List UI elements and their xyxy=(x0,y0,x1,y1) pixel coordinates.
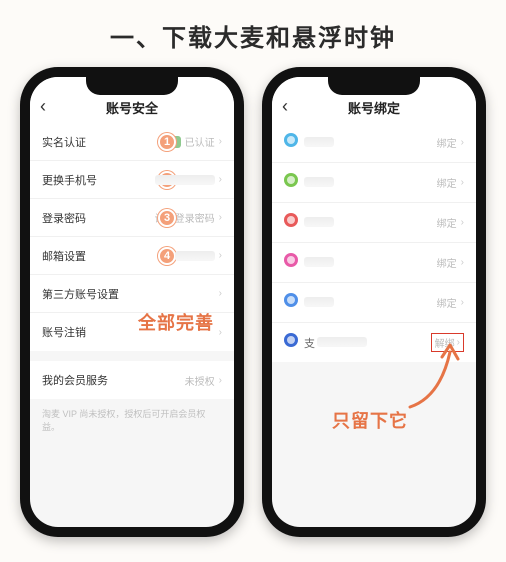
row-label: 第三方账号设置 xyxy=(42,286,119,302)
provider-icon xyxy=(284,133,298,147)
row-right: 绑定 › xyxy=(437,295,464,310)
bind-status: 绑定 xyxy=(437,255,457,270)
bind-status: 绑定 xyxy=(437,295,457,310)
header-title-right: 账号绑定 xyxy=(348,98,400,117)
provider-label: 支 xyxy=(304,338,315,350)
row-right: › xyxy=(219,288,222,299)
row-right: 绑定 › xyxy=(437,215,464,230)
row-email[interactable]: 邮箱设置 4 › xyxy=(30,237,234,275)
row-thirdparty[interactable]: 第三方账号设置 › xyxy=(30,275,234,313)
row-right: › xyxy=(175,250,222,261)
chevron-right-icon: › xyxy=(461,217,464,228)
notch xyxy=(328,73,420,95)
blurred-name xyxy=(304,177,334,187)
row-right: › xyxy=(219,327,222,338)
row-right: 未授权 › xyxy=(185,373,222,388)
row-left xyxy=(284,293,334,312)
row-member[interactable]: 我的会员服务 未授权 › xyxy=(30,361,234,399)
row-label: 实名认证 xyxy=(42,134,86,150)
bind-row-alipay[interactable]: 支 解绑› xyxy=(272,323,476,362)
chevron-right-icon: › xyxy=(457,337,460,348)
notch xyxy=(86,73,178,95)
row-right: 解绑› xyxy=(431,333,464,352)
row-left xyxy=(284,173,334,192)
row-realname[interactable]: 实名认证 1 已认证 › xyxy=(30,123,234,161)
chevron-right-icon: › xyxy=(219,327,222,338)
back-icon[interactable]: ‹ xyxy=(282,96,288,117)
row-hint: 未授权 xyxy=(185,373,215,388)
row-left xyxy=(284,133,334,152)
chevron-right-icon: › xyxy=(219,174,222,185)
settings-list-left: 实名认证 1 已认证 › 更换手机号 2 › xyxy=(30,123,234,351)
bind-row[interactable]: 绑定 › xyxy=(272,163,476,203)
verified-text: 已认证 xyxy=(185,134,215,149)
row-left: 支 xyxy=(284,333,367,352)
step-badge-1: 1 xyxy=(158,133,176,151)
chevron-right-icon: › xyxy=(461,137,464,148)
chevron-right-icon: › xyxy=(219,288,222,299)
chevron-right-icon: › xyxy=(461,257,464,268)
screen-left: ‹ 账号安全 实名认证 1 已认证 › 更换手机号 2 xyxy=(30,77,234,527)
footer-note: 淘麦 VIP 尚未授权，授权后可开启会员权益。 xyxy=(30,399,234,441)
bind-status: 绑定 xyxy=(437,175,457,190)
chevron-right-icon: › xyxy=(461,297,464,308)
chevron-right-icon: › xyxy=(461,177,464,188)
row-left xyxy=(284,213,334,232)
row-phone[interactable]: 更换手机号 2 › xyxy=(30,161,234,199)
provider-icon xyxy=(284,253,298,267)
bind-status: 绑定 xyxy=(437,135,457,150)
chevron-right-icon: › xyxy=(219,212,222,223)
bind-row[interactable]: 绑定 › xyxy=(272,243,476,283)
bind-row[interactable]: 绑定 › xyxy=(272,203,476,243)
row-right: › xyxy=(155,174,222,185)
screen-right: ‹ 账号绑定 绑定 › 绑定 › 绑定 › 绑定 › xyxy=(272,77,476,527)
blurred-name xyxy=(317,337,367,347)
row-right: 绑定 › xyxy=(437,175,464,190)
bind-status: 解绑 xyxy=(435,335,455,350)
row-label: 我的会员服务 xyxy=(42,372,108,388)
row-right: 已认证 › xyxy=(169,134,222,149)
blurred-value xyxy=(155,175,215,185)
step-badge-4: 4 xyxy=(158,247,176,265)
row-label: 账号注销 xyxy=(42,324,86,340)
blurred-name xyxy=(304,297,334,307)
bind-status: 绑定 xyxy=(437,215,457,230)
header-title-left: 账号安全 xyxy=(106,98,158,117)
blurred-value xyxy=(175,251,215,261)
phone-left: ‹ 账号安全 实名认证 1 已认证 › 更换手机号 2 xyxy=(20,67,244,537)
chevron-right-icon: › xyxy=(219,250,222,261)
row-password[interactable]: 登录密码 3 设置登录密码 › xyxy=(30,199,234,237)
chevron-right-icon: › xyxy=(219,136,222,147)
row-left xyxy=(284,253,334,272)
binding-list: 绑定 › 绑定 › 绑定 › 绑定 › 绑定 › xyxy=(272,123,476,362)
unbind-highlight: 解绑› xyxy=(431,333,464,352)
back-icon[interactable]: ‹ xyxy=(40,96,46,117)
blurred-name xyxy=(304,137,334,147)
phone-right: ‹ 账号绑定 绑定 › 绑定 › 绑定 › 绑定 › xyxy=(262,67,486,537)
provider-icon xyxy=(284,293,298,307)
row-logout[interactable]: 账号注销 › xyxy=(30,313,234,351)
row-label: 登录密码 xyxy=(42,210,86,226)
row-right: 绑定 › xyxy=(437,255,464,270)
member-list: 我的会员服务 未授权 › xyxy=(30,361,234,399)
row-label: 邮箱设置 xyxy=(42,248,86,264)
separator xyxy=(30,351,234,361)
chevron-right-icon: › xyxy=(219,375,222,386)
row-right: 绑定 › xyxy=(437,135,464,150)
blurred-name xyxy=(304,217,334,227)
provider-icon xyxy=(284,333,298,347)
step-badge-3: 3 xyxy=(158,209,176,227)
bind-row[interactable]: 绑定 › xyxy=(272,123,476,163)
bind-row[interactable]: 绑定 › xyxy=(272,283,476,323)
provider-icon xyxy=(284,173,298,187)
annotation-keep-only: 只留下它 xyxy=(332,407,408,433)
provider-icon xyxy=(284,213,298,227)
phones-container: ‹ 账号安全 实名认证 1 已认证 › 更换手机号 2 xyxy=(0,67,506,537)
row-label: 更换手机号 xyxy=(42,172,97,188)
page-title: 一、下载大麦和悬浮时钟 xyxy=(0,0,506,67)
blurred-name xyxy=(304,257,334,267)
